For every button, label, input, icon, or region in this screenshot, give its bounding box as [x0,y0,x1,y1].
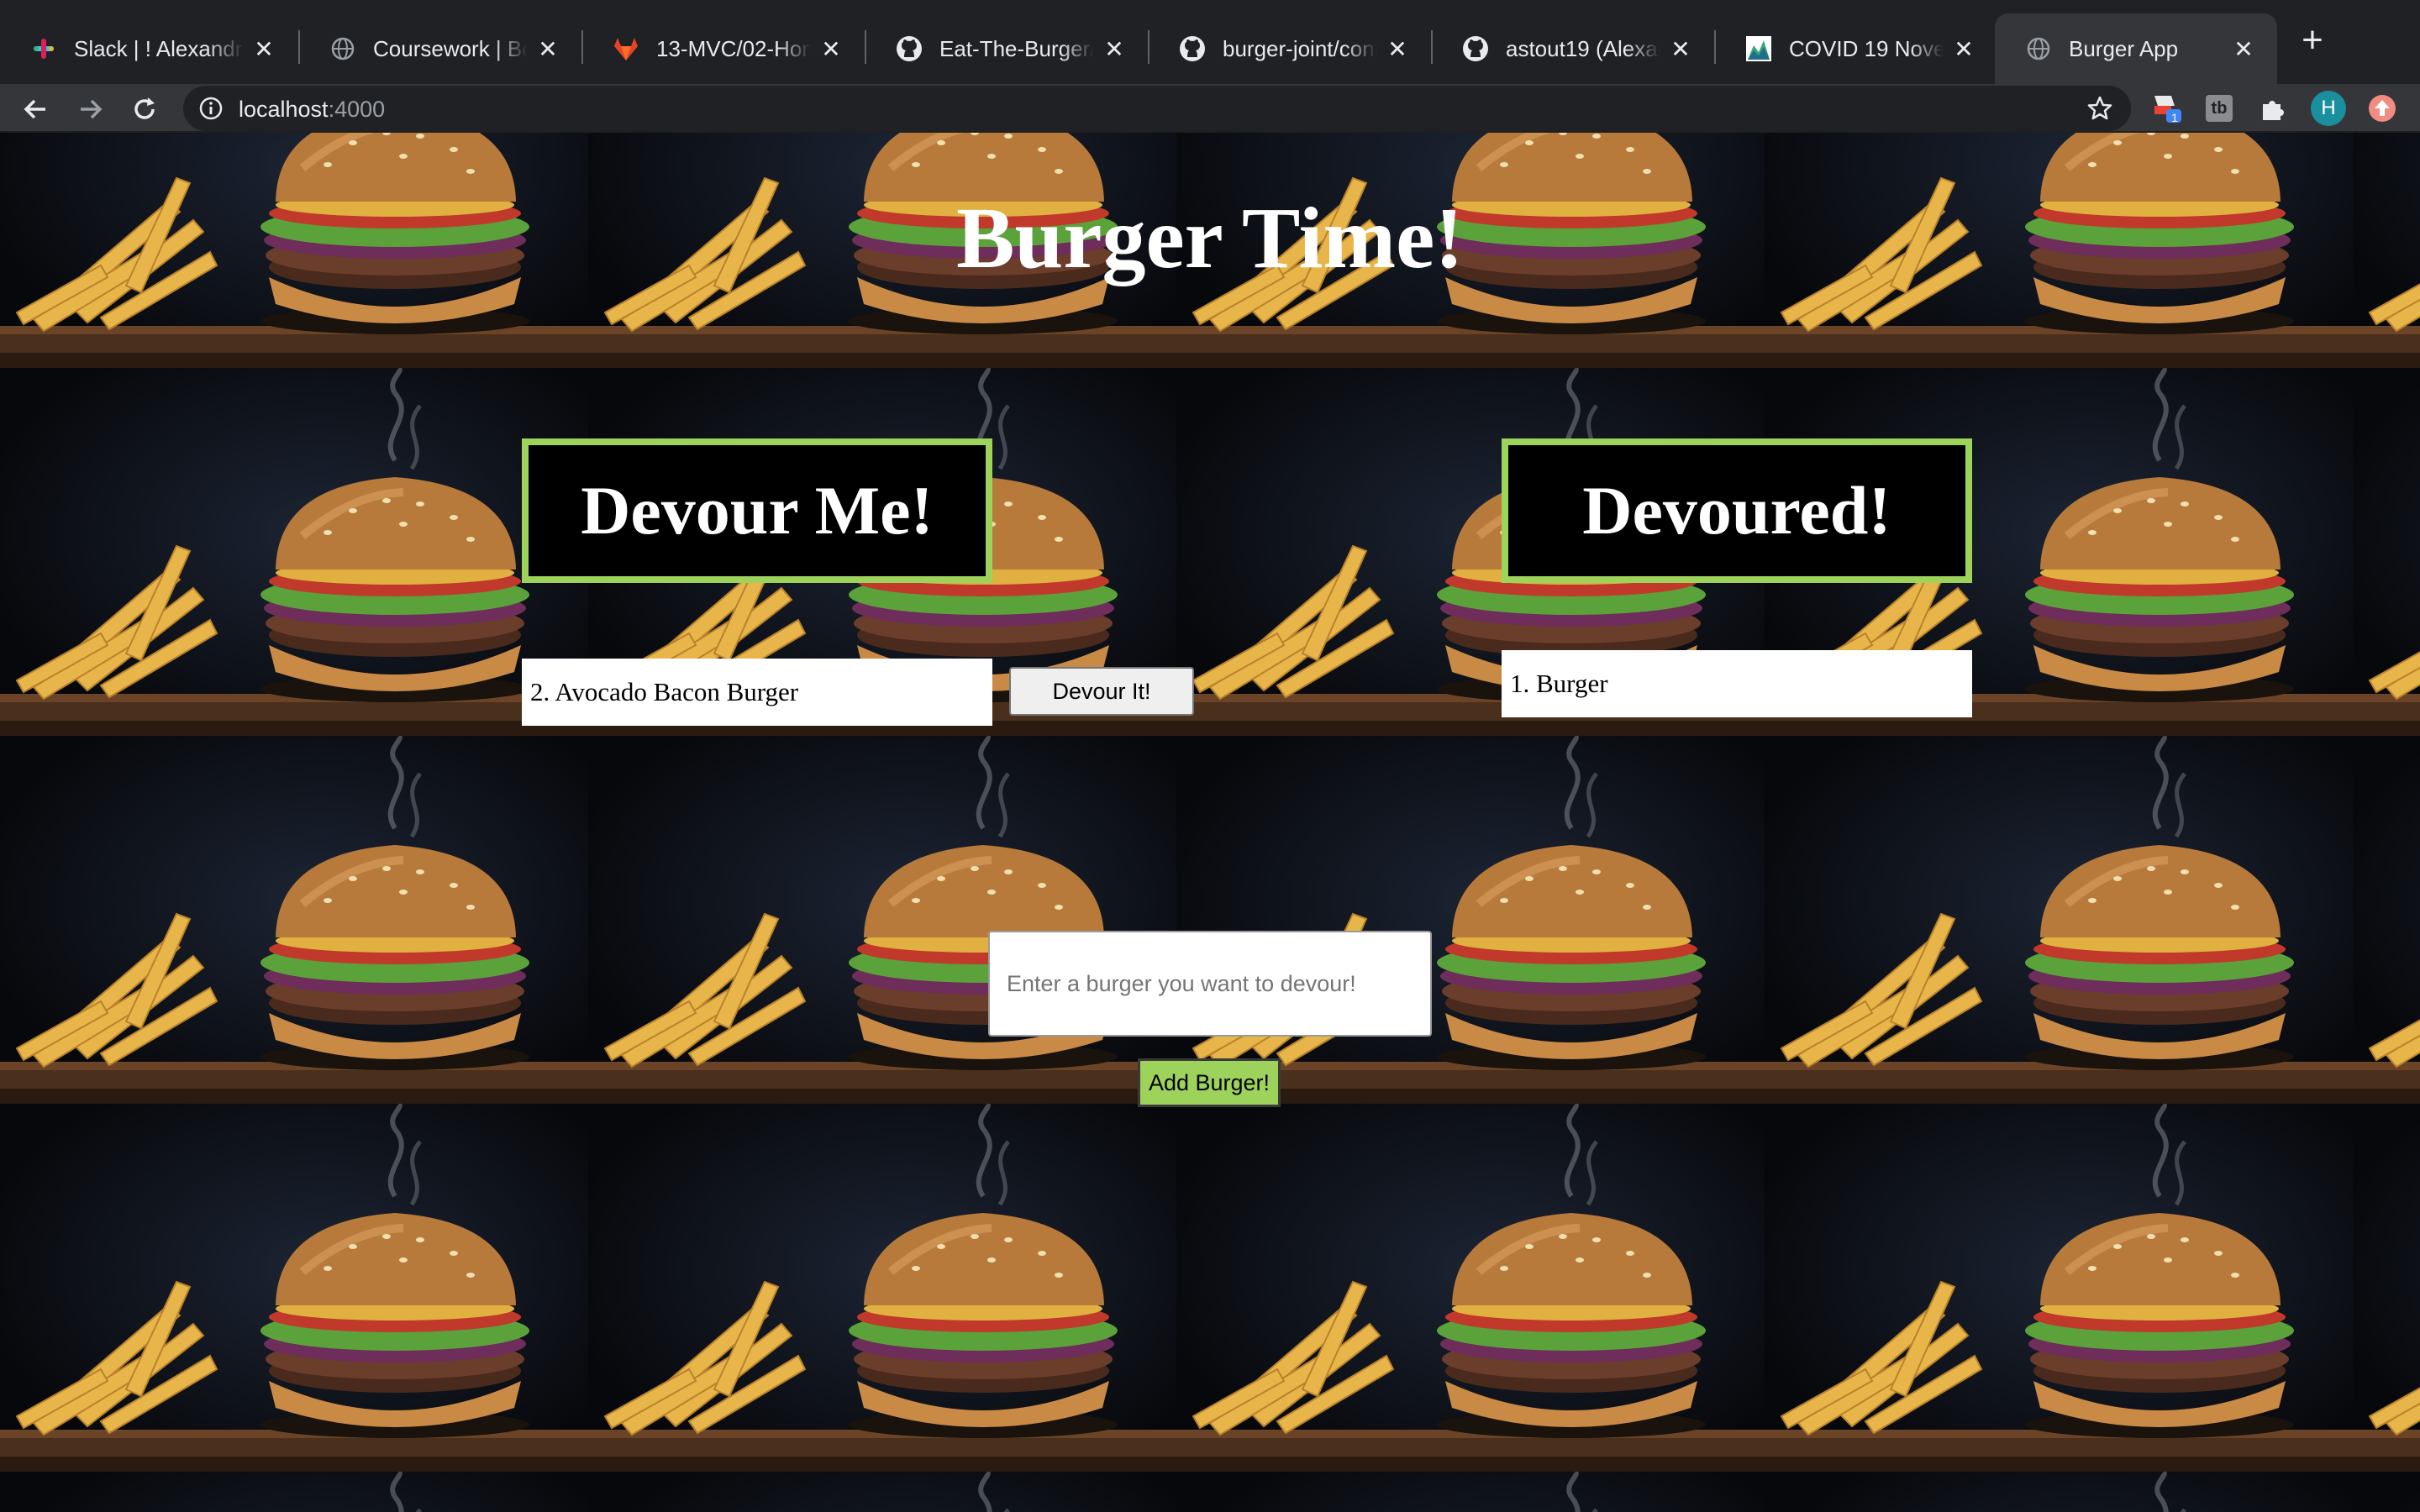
tab-title: COVID 19 Novemb [1789,35,1944,61]
browser-tab[interactable]: Eat-The-Burger/bu ✕ [865,13,1148,84]
bookmark-star-icon[interactable] [2087,96,2112,121]
reload-icon[interactable] [124,89,165,129]
slack-icon [30,35,57,62]
globe-icon [2025,35,2052,62]
url-port: :4000 [328,97,386,122]
avatar-initial: H [2311,91,2346,126]
close-icon[interactable]: ✕ [534,35,561,63]
browser-tab-strip: Slack | ! Alexandra ✕ Coursework | Boot … [0,0,2420,84]
tab-title: astout19 (Alexand [1506,35,1660,61]
tab-title: Burger App [2069,35,2179,61]
gitlab-icon [613,35,639,62]
close-icon[interactable]: ✕ [2230,35,2257,63]
info-icon[interactable] [198,96,224,121]
url-host: localhost [239,97,329,122]
extension-tb-icon[interactable]: tb [2202,91,2237,126]
devour-it-button[interactable]: Devour It! [1009,667,1194,716]
chart-icon [1745,35,1772,62]
browser-tab-active[interactable]: Burger App ✕ [1995,13,2277,84]
close-icon[interactable]: ✕ [1101,35,1128,63]
tab-title: Coursework | Boot [373,35,528,61]
devour-me-header: Devour Me! [522,438,992,583]
address-bar[interactable]: localhost:4000 [183,86,2131,131]
burger-name-input[interactable] [988,931,1432,1037]
browser-tab[interactable]: 13-MVC/02-Home ✕ [582,13,865,84]
tab-title: 13-MVC/02-Home [656,35,811,61]
profile-avatar[interactable]: H [2311,91,2346,126]
browser-tab[interactable]: astout19 (Alexand ✕ [1432,13,1714,84]
extension-badge: 1 [2171,111,2178,124]
close-icon[interactable]: ✕ [818,35,844,63]
globe-icon [329,35,356,62]
new-tab-icon[interactable]: + [2294,22,2331,59]
close-icon[interactable]: ✕ [1384,35,1411,63]
extension-tb-label: tb [2206,95,2233,122]
browser-tab[interactable]: COVID 19 Novemb ✕ [1715,13,1997,84]
page-title: Burger Time! [956,190,1464,286]
tab-title: burger-joint/conne [1223,35,1377,61]
devoured-burger-item: 1. Burger [1502,650,1972,717]
puzzle-extensions-icon[interactable] [2255,91,2291,126]
update-icon[interactable] [2365,91,2400,126]
extension-icon[interactable]: 1 [2149,91,2185,126]
add-burger-button[interactable]: Add Burger! [1138,1058,1281,1107]
close-icon[interactable]: ✕ [1950,35,1977,63]
page-viewport: Burger Time! Devour Me! Devoured! 2. Avo… [0,133,2420,1512]
burger-background-image [0,133,2420,1512]
back-arrow-icon[interactable] [15,89,55,129]
browser-tab[interactable]: burger-joint/conne ✕ [1149,13,1431,84]
close-icon[interactable]: ✕ [1667,35,1694,63]
browser-toolbar: localhost:4000 1 tb H [0,84,2420,133]
uneaten-burger-item: 2. Avocado Bacon Burger [522,659,992,726]
url-text: localhost:4000 [239,97,385,123]
close-icon[interactable]: ✕ [250,35,277,63]
tab-title: Eat-The-Burger/bu [939,35,1094,61]
browser-tab[interactable]: Slack | ! Alexandra ✕ [0,13,297,84]
forward-arrow-icon[interactable] [71,89,111,129]
devoured-header: Devoured! [1502,438,1972,583]
browser-tab[interactable]: Coursework | Boot ✕ [299,13,581,84]
tab-title: Slack | ! Alexandra [74,35,244,61]
github-icon [1179,35,1206,62]
github-icon [896,35,923,62]
github-icon [1462,35,1489,62]
